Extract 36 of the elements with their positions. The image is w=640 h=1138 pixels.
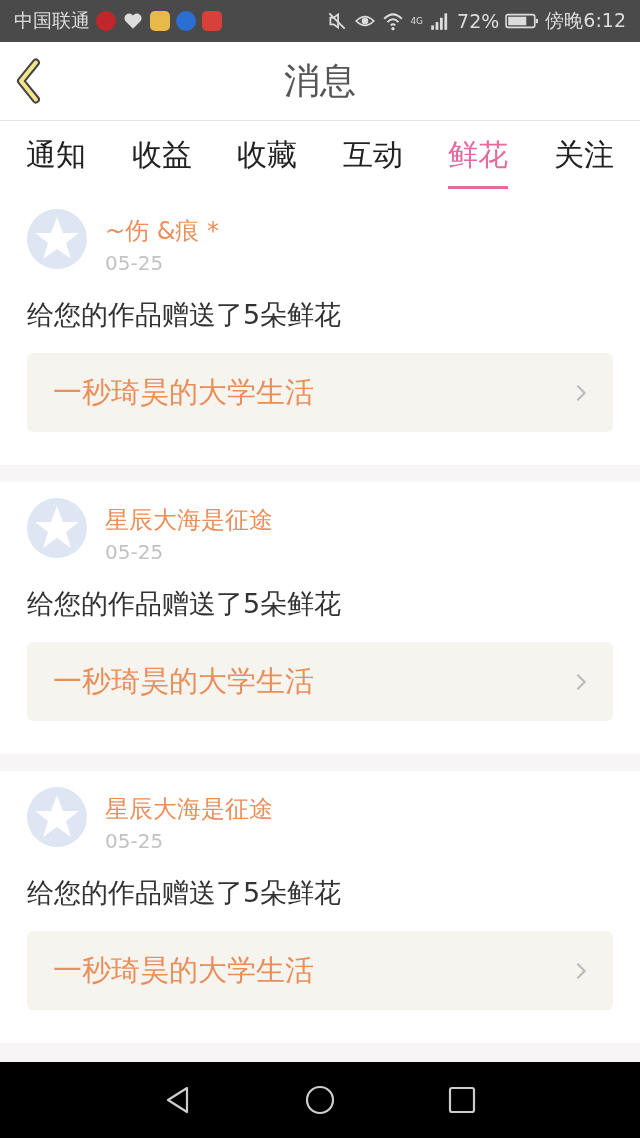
tab[interactable]: 鲜花 [448,125,509,189]
network-label: 4G [410,16,424,26]
tab[interactable]: 收藏 [237,125,298,189]
clock: 傍晚6:12 [545,8,626,33]
tab[interactable]: 通知 [26,125,86,189]
app-icon [96,11,116,31]
message-text: 给您的作品赠送了5朵鲜花 [27,298,343,332]
message-text: 给您的作品赠送了5朵鲜花 [27,876,343,910]
recents-icon[interactable] [447,1085,477,1115]
chevron-icon [575,671,587,692]
chevron-icon [575,960,587,981]
work-link[interactable]: 一秒琦昊的大学生活 [27,931,613,1010]
user-name[interactable]: 星辰大海是征途 [105,793,273,825]
home-icon[interactable] [305,1085,335,1115]
message-date: 05-25 [105,251,165,275]
avatar-icon [27,209,87,269]
user-name[interactable]: 星辰大海是征途 [105,504,273,536]
work-link[interactable]: 一秒琦昊的大学生活 [27,642,613,721]
avatar-icon [27,498,87,558]
page-title: 消息 [284,58,356,103]
battery-icon [505,12,540,30]
tab[interactable]: 互动 [342,125,403,189]
carrier-name: 中国联通 [14,8,90,33]
tab[interactable]: 关注 [553,125,614,189]
wifi-icon [382,10,405,32]
message-date: 05-25 [105,540,165,564]
user-name[interactable]: ~伤 &痕 * [105,215,220,247]
message-date: 05-25 [105,829,165,853]
message-text: 给您的作品赠送了5朵鲜花 [27,587,343,621]
app-icon [202,11,222,31]
chevron-icon [575,382,587,403]
app-icon [176,11,196,31]
work-link[interactable]: 一秒琦昊的大学生活 [27,353,613,432]
avatar-icon [27,787,87,847]
tab[interactable]: 收益 [131,125,192,189]
battery-percent: 72% [457,10,500,32]
